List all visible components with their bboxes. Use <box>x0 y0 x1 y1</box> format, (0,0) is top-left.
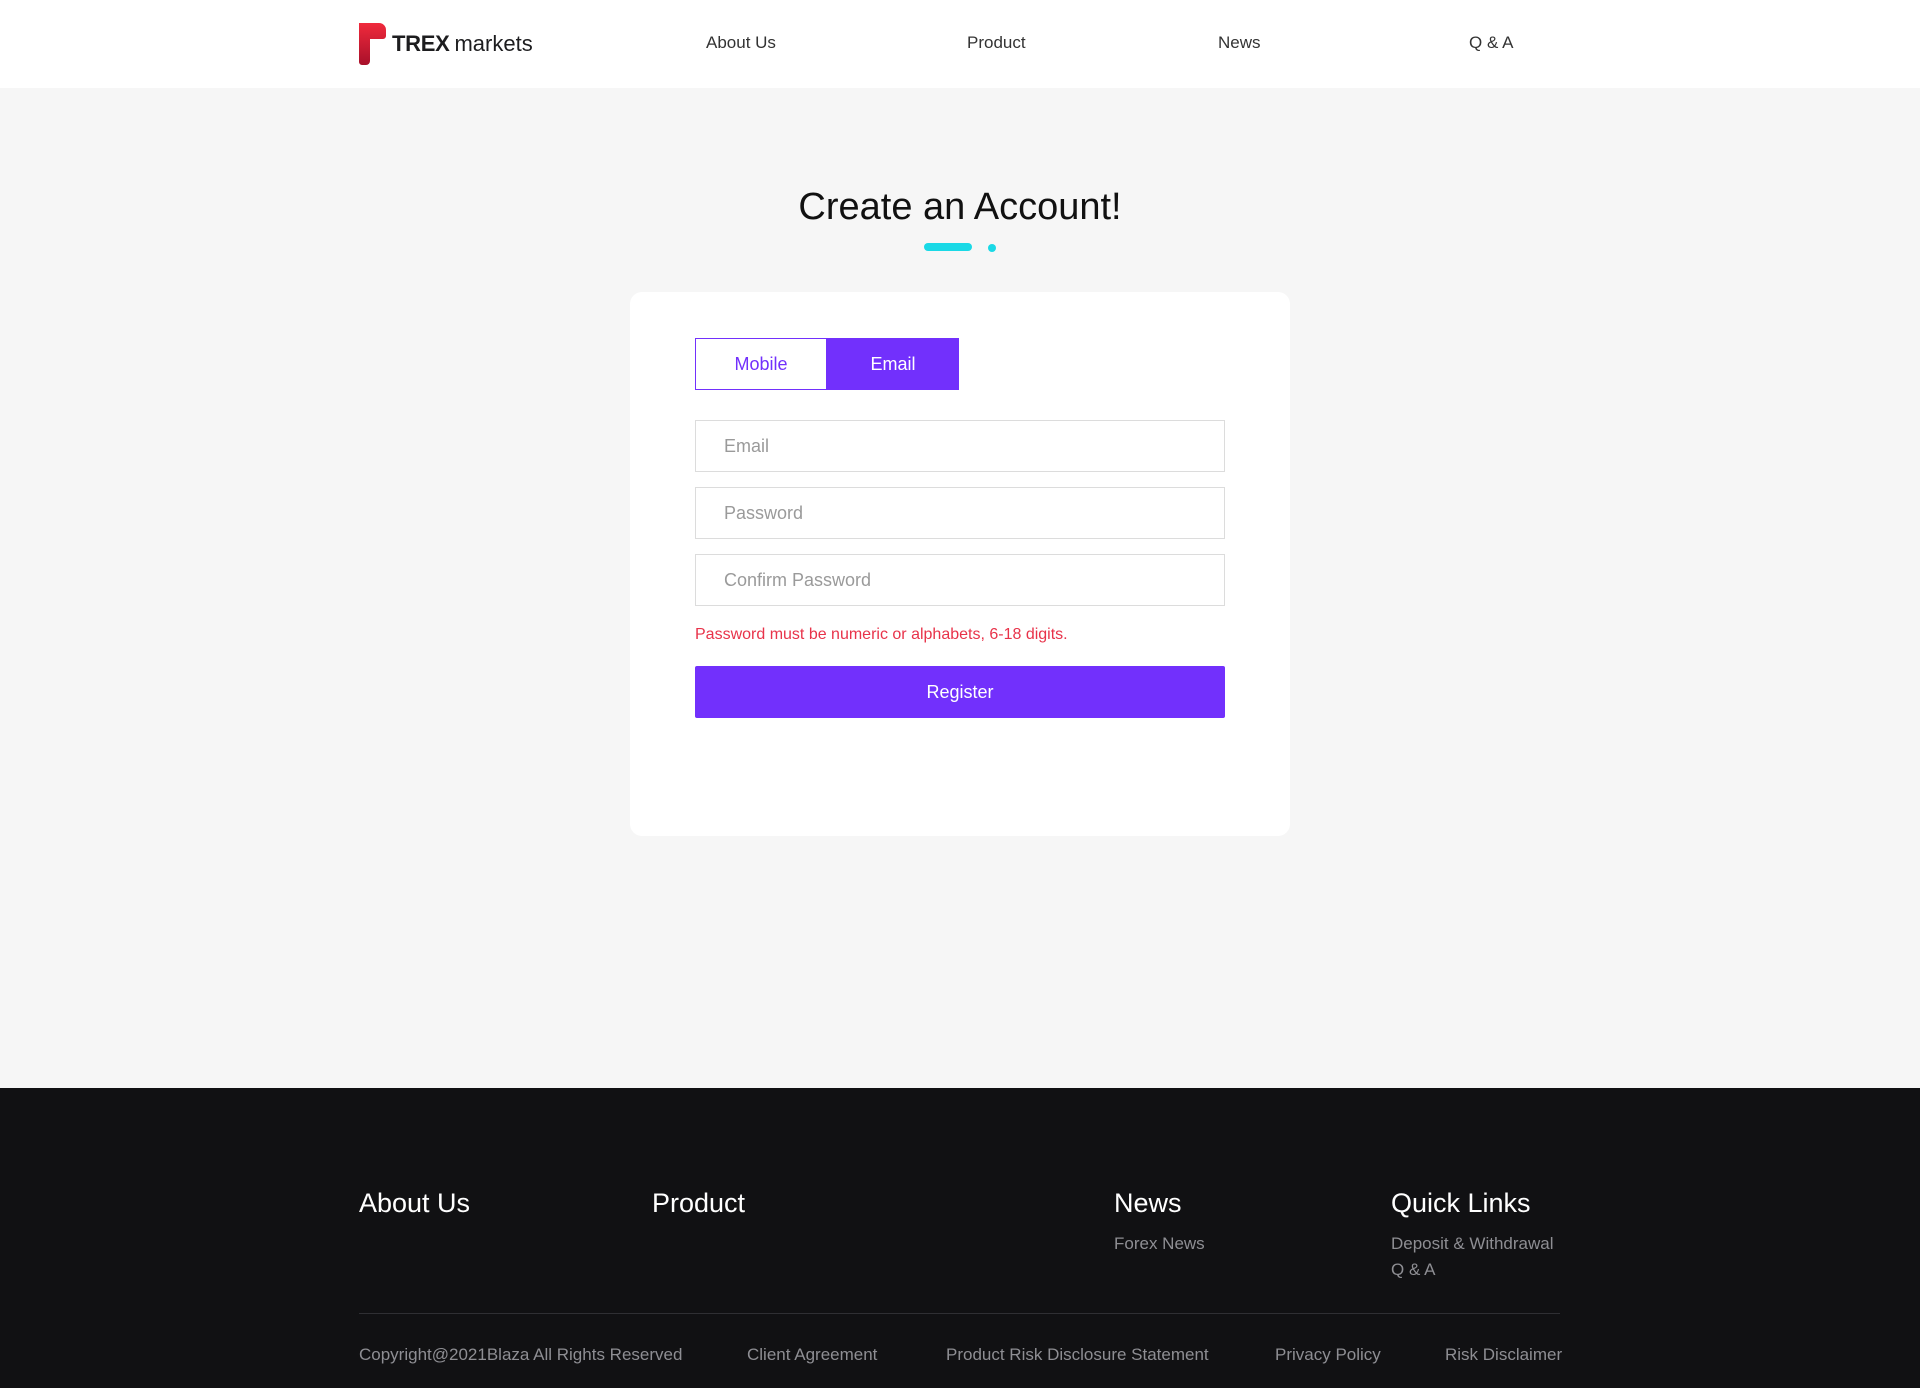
top-header: TREX markets About Us Product News Q & A <box>0 0 1920 88</box>
password-field[interactable] <box>695 487 1225 539</box>
email-field[interactable] <box>695 420 1225 472</box>
title-accent-dot <box>988 244 996 252</box>
footer <box>0 1088 1920 1388</box>
footer-link-client-agreement[interactable]: Client Agreement <box>747 1345 877 1365</box>
nav-product[interactable]: Product <box>967 33 1026 53</box>
password-hint: Password must be numeric or alphabets, 6… <box>695 626 1068 643</box>
brand-name-bold: TREX <box>392 31 450 56</box>
footer-heading-product[interactable]: Product <box>652 1188 745 1219</box>
register-button[interactable]: Register <box>695 666 1225 718</box>
footer-heading-about-us[interactable]: About Us <box>359 1188 470 1219</box>
footer-link-risk-disclaimer[interactable]: Risk Disclaimer <box>1445 1345 1562 1365</box>
footer-link-deposit-withdrawal[interactable]: Deposit & Withdrawal <box>1391 1234 1554 1254</box>
confirm-password-field[interactable] <box>695 554 1225 606</box>
footer-divider <box>359 1313 1560 1314</box>
brand-logo-icon <box>359 23 386 65</box>
brand-name-light: markets <box>454 31 533 56</box>
page-title: Create an Account! <box>798 186 1122 228</box>
footer-link-risk-disclosure[interactable]: Product Risk Disclosure Statement <box>946 1345 1209 1365</box>
footer-heading-quick-links: Quick Links <box>1391 1188 1531 1218</box>
footer-link-forex-news[interactable]: Forex News <box>1114 1234 1205 1254</box>
tab-mobile[interactable]: Mobile <box>695 338 827 390</box>
title-accent-dash <box>924 243 972 251</box>
footer-heading-news[interactable]: News <box>1114 1188 1182 1219</box>
copyright-text: Copyright@2021Blaza All Rights Reserved <box>359 1345 683 1364</box>
register-card: Mobile Email Password must be numeric or… <box>630 292 1290 836</box>
nav-qa[interactable]: Q & A <box>1469 33 1513 53</box>
nav-about-us[interactable]: About Us <box>706 33 776 53</box>
footer-link-qa[interactable]: Q & A <box>1391 1260 1435 1280</box>
footer-link-privacy-policy[interactable]: Privacy Policy <box>1275 1345 1381 1365</box>
nav-news[interactable]: News <box>1218 33 1261 53</box>
tab-email[interactable]: Email <box>827 338 959 390</box>
brand-logo[interactable]: TREX markets <box>359 23 533 65</box>
